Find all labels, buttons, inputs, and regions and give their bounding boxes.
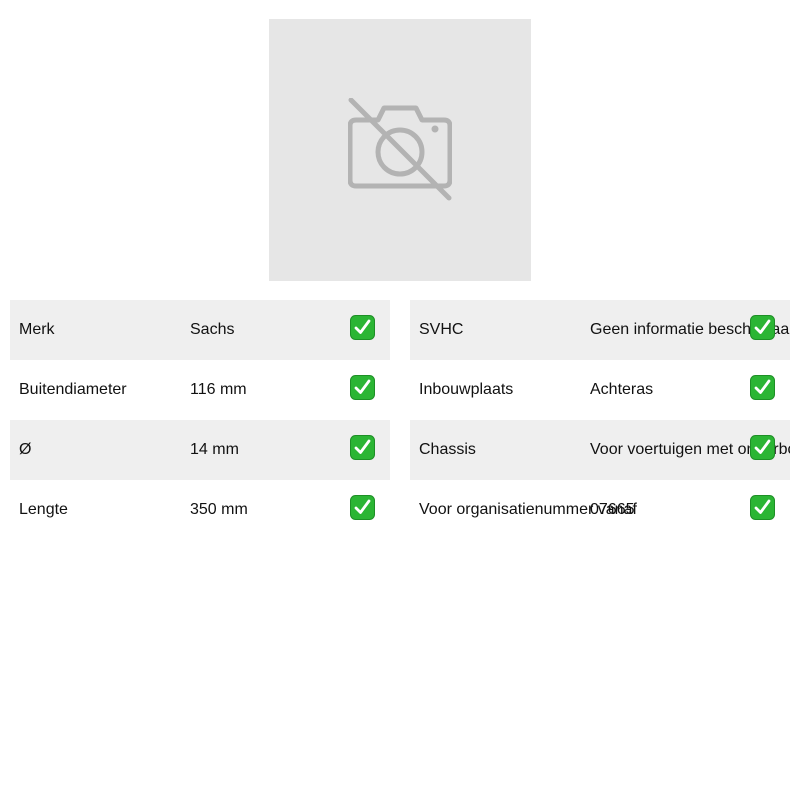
spec-row-organisatienummer: Voor organisatienummer vanaf 07665 (410, 480, 790, 540)
spec-label: Ø (19, 441, 32, 458)
specs-table-right: SVHC Geen informatie beschikbaar Inbouwp… (410, 300, 790, 540)
spec-row-diameter: Ø 14 mm (10, 420, 390, 480)
spec-row-lengte: Lengte 350 mm (10, 480, 390, 540)
spec-value: Achteras (590, 381, 654, 398)
specs-table-left: Merk Sachs Buitendiameter 116 mm Ø 14 mm… (10, 300, 390, 540)
check-icon (350, 315, 375, 340)
spec-label: Inbouwplaats (419, 381, 514, 398)
spec-value: Sachs (190, 321, 235, 338)
spec-label: Merk (19, 321, 55, 338)
check-icon (350, 495, 375, 520)
spec-label: Buitendiameter (19, 381, 127, 398)
spec-row-inbouwplaats: Inbouwplaats Achteras (410, 360, 790, 420)
spec-value: 116 mm (190, 381, 247, 398)
spec-label: SVHC (419, 321, 464, 338)
spec-value: 14 mm (190, 441, 239, 458)
no-photo-icon (348, 98, 452, 201)
check-icon (750, 435, 775, 460)
spec-value: 350 mm (190, 501, 248, 518)
spec-value: 07665 (590, 501, 635, 518)
check-icon (750, 375, 775, 400)
spec-row-svhc: SVHC Geen informatie beschikbaar (410, 300, 790, 360)
spec-row-merk: Merk Sachs (10, 300, 390, 360)
check-icon (350, 435, 375, 460)
spec-row-buitendiameter: Buitendiameter 116 mm (10, 360, 390, 420)
spec-label: Chassis (419, 441, 476, 458)
product-image-placeholder (269, 19, 531, 281)
spec-label: Lengte (19, 501, 68, 518)
check-icon (750, 495, 775, 520)
check-icon (350, 375, 375, 400)
check-icon (750, 315, 775, 340)
spec-row-chassis: Chassis Voor voertuigen met onderbouw (410, 420, 790, 480)
